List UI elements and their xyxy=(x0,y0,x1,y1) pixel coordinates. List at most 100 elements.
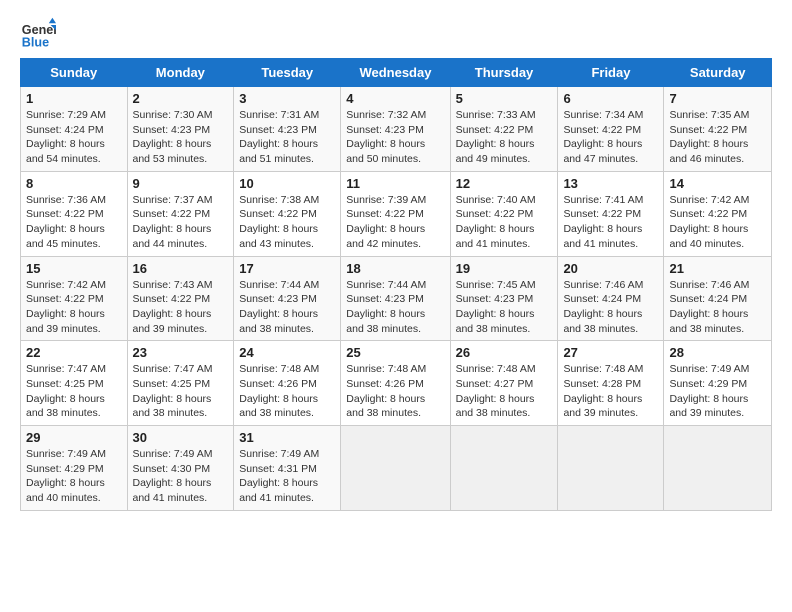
day-number: 19 xyxy=(456,261,553,276)
day-of-week-saturday: Saturday xyxy=(664,59,772,87)
day-number: 26 xyxy=(456,345,553,360)
header: General Blue xyxy=(20,16,772,52)
day-info: Sunrise: 7:37 AMSunset: 4:22 PMDaylight:… xyxy=(133,194,213,250)
week-row-2: 8 Sunrise: 7:36 AMSunset: 4:22 PMDayligh… xyxy=(21,171,772,256)
day-cell-10: 10 Sunrise: 7:38 AMSunset: 4:22 PMDaylig… xyxy=(234,171,341,256)
day-info: Sunrise: 7:49 AMSunset: 4:31 PMDaylight:… xyxy=(239,448,319,504)
day-number: 29 xyxy=(26,430,122,445)
week-row-3: 15 Sunrise: 7:42 AMSunset: 4:22 PMDaylig… xyxy=(21,256,772,341)
day-of-week-sunday: Sunday xyxy=(21,59,128,87)
day-cell-15: 15 Sunrise: 7:42 AMSunset: 4:22 PMDaylig… xyxy=(21,256,128,341)
day-number: 9 xyxy=(133,176,229,191)
day-number: 15 xyxy=(26,261,122,276)
day-info: Sunrise: 7:38 AMSunset: 4:22 PMDaylight:… xyxy=(239,194,319,250)
day-cell-9: 9 Sunrise: 7:37 AMSunset: 4:22 PMDayligh… xyxy=(127,171,234,256)
day-info: Sunrise: 7:31 AMSunset: 4:23 PMDaylight:… xyxy=(239,109,319,165)
day-cell-2: 2 Sunrise: 7:30 AMSunset: 4:23 PMDayligh… xyxy=(127,87,234,172)
day-info: Sunrise: 7:35 AMSunset: 4:22 PMDaylight:… xyxy=(669,109,749,165)
day-info: Sunrise: 7:42 AMSunset: 4:22 PMDaylight:… xyxy=(669,194,749,250)
day-number: 20 xyxy=(563,261,658,276)
empty-cell xyxy=(450,426,558,511)
day-number: 3 xyxy=(239,91,335,106)
day-cell-11: 11 Sunrise: 7:39 AMSunset: 4:22 PMDaylig… xyxy=(341,171,450,256)
day-number: 6 xyxy=(563,91,658,106)
day-number: 1 xyxy=(26,91,122,106)
empty-cell xyxy=(664,426,772,511)
day-cell-21: 21 Sunrise: 7:46 AMSunset: 4:24 PMDaylig… xyxy=(664,256,772,341)
day-of-week-friday: Friday xyxy=(558,59,664,87)
day-cell-19: 19 Sunrise: 7:45 AMSunset: 4:23 PMDaylig… xyxy=(450,256,558,341)
day-info: Sunrise: 7:48 AMSunset: 4:28 PMDaylight:… xyxy=(563,363,643,419)
day-number: 10 xyxy=(239,176,335,191)
day-info: Sunrise: 7:30 AMSunset: 4:23 PMDaylight:… xyxy=(133,109,213,165)
day-cell-30: 30 Sunrise: 7:49 AMSunset: 4:30 PMDaylig… xyxy=(127,426,234,511)
week-row-5: 29 Sunrise: 7:49 AMSunset: 4:29 PMDaylig… xyxy=(21,426,772,511)
day-cell-25: 25 Sunrise: 7:48 AMSunset: 4:26 PMDaylig… xyxy=(341,341,450,426)
day-cell-17: 17 Sunrise: 7:44 AMSunset: 4:23 PMDaylig… xyxy=(234,256,341,341)
day-info: Sunrise: 7:42 AMSunset: 4:22 PMDaylight:… xyxy=(26,279,106,335)
day-cell-31: 31 Sunrise: 7:49 AMSunset: 4:31 PMDaylig… xyxy=(234,426,341,511)
day-number: 30 xyxy=(133,430,229,445)
day-number: 23 xyxy=(133,345,229,360)
day-cell-28: 28 Sunrise: 7:49 AMSunset: 4:29 PMDaylig… xyxy=(664,341,772,426)
day-info: Sunrise: 7:39 AMSunset: 4:22 PMDaylight:… xyxy=(346,194,426,250)
day-info: Sunrise: 7:41 AMSunset: 4:22 PMDaylight:… xyxy=(563,194,643,250)
day-info: Sunrise: 7:47 AMSunset: 4:25 PMDaylight:… xyxy=(26,363,106,419)
day-number: 28 xyxy=(669,345,766,360)
empty-cell xyxy=(558,426,664,511)
day-of-week-thursday: Thursday xyxy=(450,59,558,87)
logo-icon: General Blue xyxy=(20,16,56,52)
day-number: 21 xyxy=(669,261,766,276)
day-info: Sunrise: 7:49 AMSunset: 4:29 PMDaylight:… xyxy=(669,363,749,419)
day-cell-23: 23 Sunrise: 7:47 AMSunset: 4:25 PMDaylig… xyxy=(127,341,234,426)
day-number: 31 xyxy=(239,430,335,445)
day-number: 25 xyxy=(346,345,444,360)
day-cell-13: 13 Sunrise: 7:41 AMSunset: 4:22 PMDaylig… xyxy=(558,171,664,256)
day-cell-3: 3 Sunrise: 7:31 AMSunset: 4:23 PMDayligh… xyxy=(234,87,341,172)
day-info: Sunrise: 7:34 AMSunset: 4:22 PMDaylight:… xyxy=(563,109,643,165)
day-cell-18: 18 Sunrise: 7:44 AMSunset: 4:23 PMDaylig… xyxy=(341,256,450,341)
day-cell-27: 27 Sunrise: 7:48 AMSunset: 4:28 PMDaylig… xyxy=(558,341,664,426)
day-info: Sunrise: 7:48 AMSunset: 4:26 PMDaylight:… xyxy=(346,363,426,419)
day-info: Sunrise: 7:46 AMSunset: 4:24 PMDaylight:… xyxy=(669,279,749,335)
day-cell-22: 22 Sunrise: 7:47 AMSunset: 4:25 PMDaylig… xyxy=(21,341,128,426)
calendar-body: 1 Sunrise: 7:29 AMSunset: 4:24 PMDayligh… xyxy=(21,87,772,511)
day-info: Sunrise: 7:47 AMSunset: 4:25 PMDaylight:… xyxy=(133,363,213,419)
day-number: 16 xyxy=(133,261,229,276)
week-row-4: 22 Sunrise: 7:47 AMSunset: 4:25 PMDaylig… xyxy=(21,341,772,426)
day-cell-1: 1 Sunrise: 7:29 AMSunset: 4:24 PMDayligh… xyxy=(21,87,128,172)
logo: General Blue xyxy=(20,16,56,52)
day-info: Sunrise: 7:48 AMSunset: 4:26 PMDaylight:… xyxy=(239,363,319,419)
week-row-1: 1 Sunrise: 7:29 AMSunset: 4:24 PMDayligh… xyxy=(21,87,772,172)
day-cell-5: 5 Sunrise: 7:33 AMSunset: 4:22 PMDayligh… xyxy=(450,87,558,172)
day-number: 11 xyxy=(346,176,444,191)
day-info: Sunrise: 7:33 AMSunset: 4:22 PMDaylight:… xyxy=(456,109,536,165)
day-info: Sunrise: 7:44 AMSunset: 4:23 PMDaylight:… xyxy=(239,279,319,335)
day-cell-26: 26 Sunrise: 7:48 AMSunset: 4:27 PMDaylig… xyxy=(450,341,558,426)
day-info: Sunrise: 7:36 AMSunset: 4:22 PMDaylight:… xyxy=(26,194,106,250)
day-info: Sunrise: 7:40 AMSunset: 4:22 PMDaylight:… xyxy=(456,194,536,250)
day-info: Sunrise: 7:29 AMSunset: 4:24 PMDaylight:… xyxy=(26,109,106,165)
day-info: Sunrise: 7:49 AMSunset: 4:30 PMDaylight:… xyxy=(133,448,213,504)
day-cell-14: 14 Sunrise: 7:42 AMSunset: 4:22 PMDaylig… xyxy=(664,171,772,256)
day-of-week-tuesday: Tuesday xyxy=(234,59,341,87)
day-number: 24 xyxy=(239,345,335,360)
day-number: 14 xyxy=(669,176,766,191)
svg-text:Blue: Blue xyxy=(22,36,49,50)
day-number: 12 xyxy=(456,176,553,191)
day-info: Sunrise: 7:44 AMSunset: 4:23 PMDaylight:… xyxy=(346,279,426,335)
day-number: 7 xyxy=(669,91,766,106)
day-info: Sunrise: 7:45 AMSunset: 4:23 PMDaylight:… xyxy=(456,279,536,335)
day-info: Sunrise: 7:48 AMSunset: 4:27 PMDaylight:… xyxy=(456,363,536,419)
day-number: 8 xyxy=(26,176,122,191)
day-info: Sunrise: 7:43 AMSunset: 4:22 PMDaylight:… xyxy=(133,279,213,335)
day-info: Sunrise: 7:46 AMSunset: 4:24 PMDaylight:… xyxy=(563,279,643,335)
day-number: 13 xyxy=(563,176,658,191)
day-cell-24: 24 Sunrise: 7:48 AMSunset: 4:26 PMDaylig… xyxy=(234,341,341,426)
day-number: 18 xyxy=(346,261,444,276)
day-number: 4 xyxy=(346,91,444,106)
day-cell-6: 6 Sunrise: 7:34 AMSunset: 4:22 PMDayligh… xyxy=(558,87,664,172)
day-cell-16: 16 Sunrise: 7:43 AMSunset: 4:22 PMDaylig… xyxy=(127,256,234,341)
calendar-table: SundayMondayTuesdayWednesdayThursdayFrid… xyxy=(20,58,772,511)
day-number: 5 xyxy=(456,91,553,106)
